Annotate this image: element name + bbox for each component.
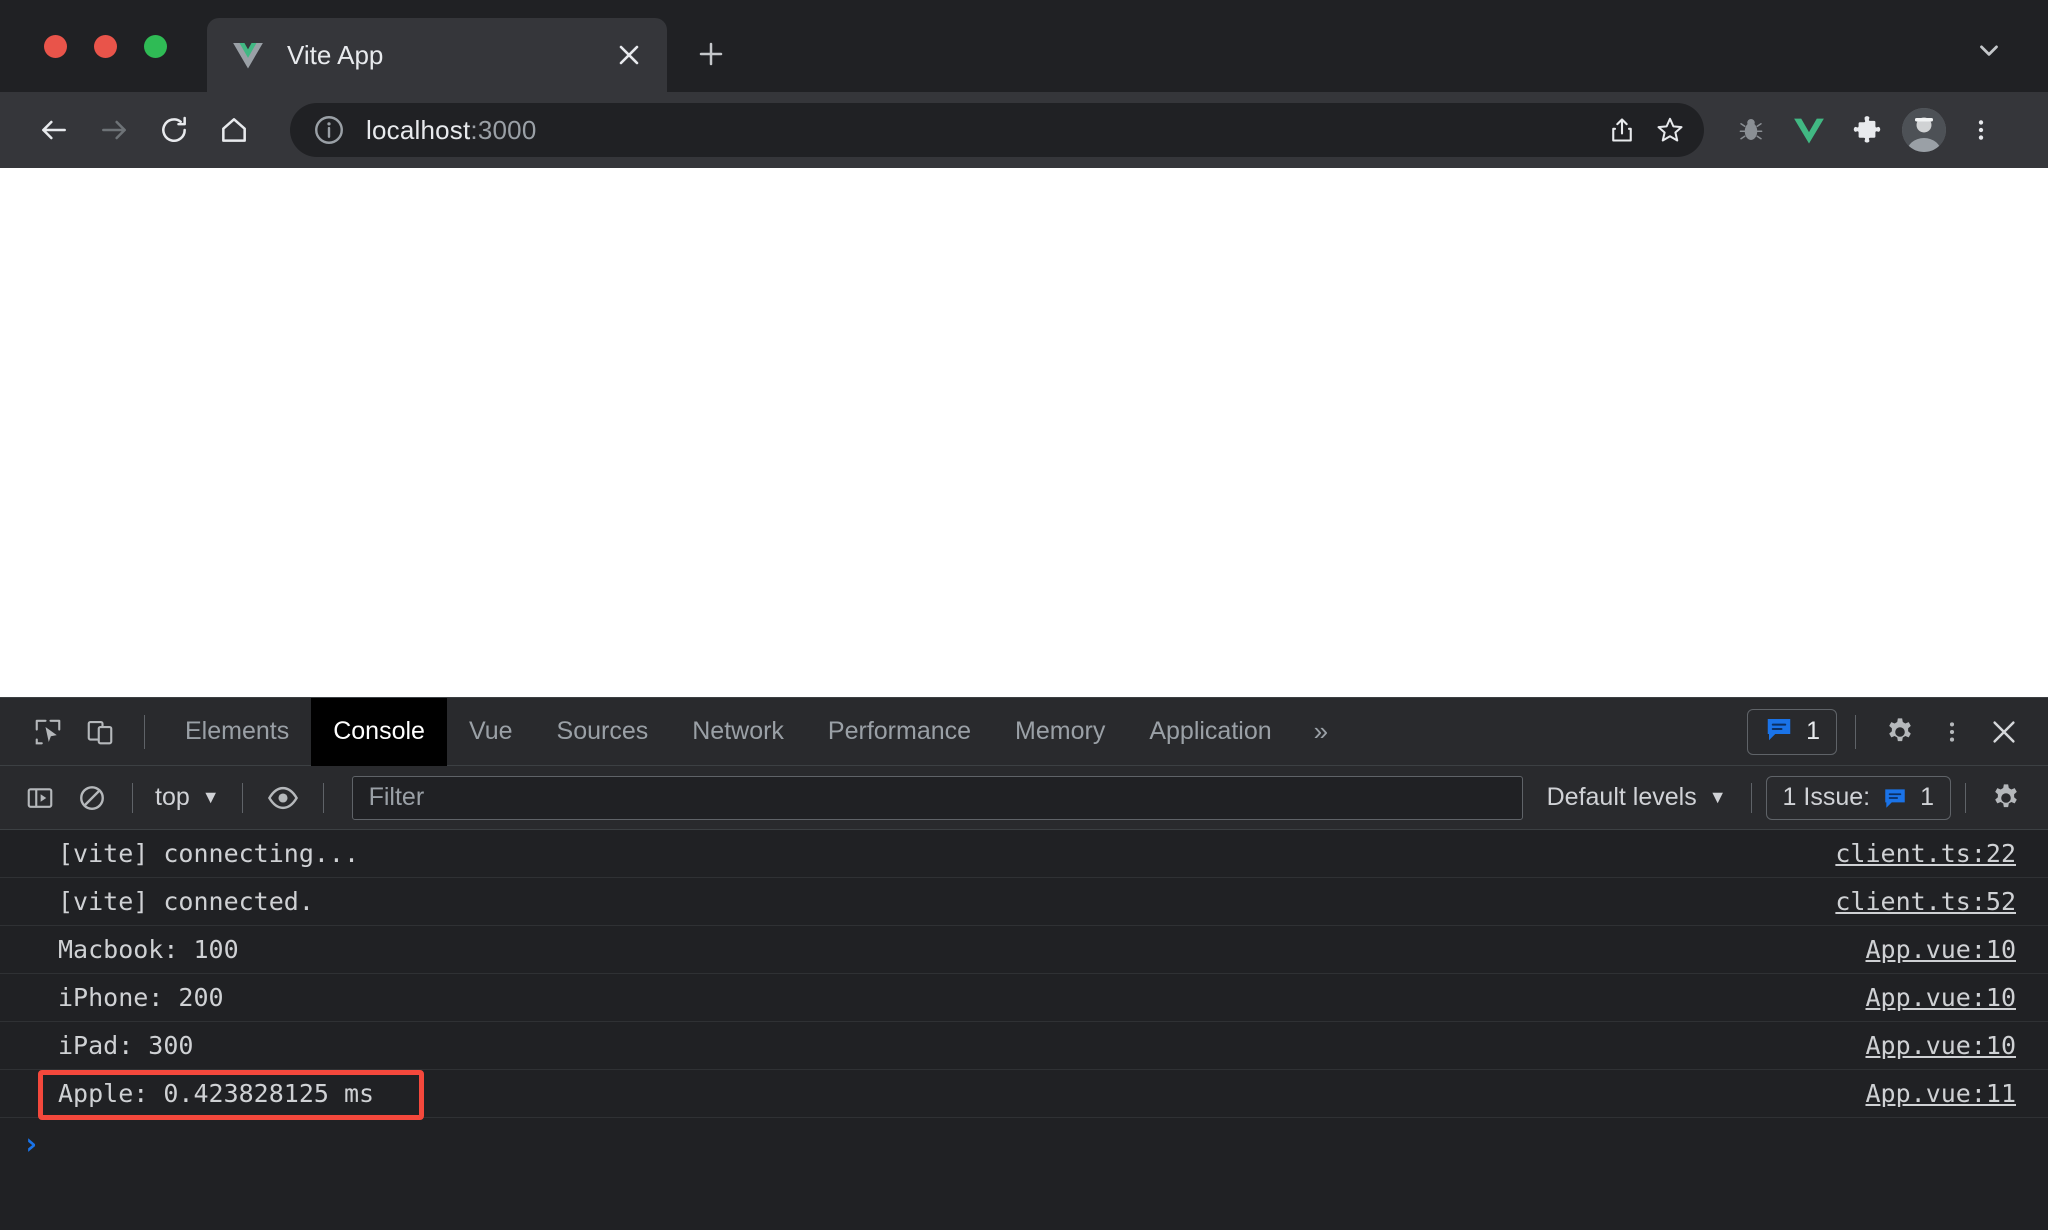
divider — [1751, 783, 1752, 813]
issues-message-icon — [1882, 785, 1908, 811]
log-levels-label: Default levels — [1547, 783, 1697, 812]
home-icon[interactable] — [204, 100, 264, 160]
filter-placeholder: Filter — [369, 783, 425, 812]
tab-memory[interactable]: Memory — [993, 698, 1127, 766]
console-message-source-link[interactable]: client.ts:22 — [1835, 839, 2016, 868]
window-minimize-button[interactable] — [94, 35, 117, 58]
console-message-row[interactable]: iPad: 300 App.vue:10 — [0, 1022, 2048, 1070]
devtools-tab-bar: Elements Console Vue Sources Network Per… — [0, 698, 2048, 766]
address-bar[interactable]: localhost:3000 — [290, 103, 1704, 157]
window-maximize-button[interactable] — [144, 35, 167, 58]
console-message-text: Macbook: 100 — [58, 935, 239, 964]
live-expression-eye-icon[interactable] — [257, 772, 309, 824]
back-arrow-icon[interactable] — [24, 100, 84, 160]
console-message-row[interactable]: [vite] connecting... client.ts:22 — [0, 830, 2048, 878]
execution-context-select[interactable]: top ▼ — [147, 783, 228, 812]
kebab-menu-icon[interactable] — [1952, 101, 2010, 159]
console-sidebar-icon[interactable] — [14, 772, 66, 824]
vue-devtools-icon[interactable] — [1780, 101, 1838, 159]
filter-input[interactable]: Filter — [352, 776, 1523, 820]
console-message-row-highlighted[interactable]: Apple: 0.423828125 ms App.vue:11 — [0, 1070, 2048, 1118]
tab-vue[interactable]: Vue — [447, 698, 535, 766]
issue-pill[interactable]: 1 Issue: 1 — [1766, 776, 1951, 820]
bug-icon[interactable] — [1722, 101, 1780, 159]
devtools-panel: Elements Console Vue Sources Network Per… — [0, 697, 2048, 1230]
console-prompt[interactable]: › — [0, 1118, 2048, 1170]
issues-message-icon — [1764, 714, 1794, 749]
gear-icon[interactable] — [1980, 772, 2032, 824]
chevron-down-icon: ▼ — [202, 787, 220, 808]
console-message-source-link[interactable]: App.vue:10 — [1865, 935, 2016, 964]
address-bar-url: localhost:3000 — [366, 115, 537, 146]
console-message-row[interactable]: Macbook: 100 App.vue:10 — [0, 926, 2048, 974]
close-icon[interactable] — [609, 35, 649, 75]
tab-sources[interactable]: Sources — [535, 698, 671, 766]
inspect-element-icon[interactable] — [22, 706, 74, 758]
console-message-text: iPhone: 200 — [58, 983, 224, 1012]
more-tabs-icon[interactable]: » — [1294, 698, 1348, 766]
console-message-source-link[interactable]: client.ts:52 — [1835, 887, 2016, 916]
divider — [132, 783, 133, 813]
browser-window: Vite App — [0, 0, 2048, 1230]
console-message-row[interactable]: iPhone: 200 App.vue:10 — [0, 974, 2048, 1022]
url-port: :3000 — [470, 115, 536, 145]
console-message-list: [vite] connecting... client.ts:22 [vite]… — [0, 830, 2048, 1230]
issue-pill-label: 1 Issue: — [1783, 783, 1871, 812]
chevron-down-icon[interactable] — [1974, 35, 2004, 70]
tab-application[interactable]: Application — [1127, 698, 1293, 766]
divider — [242, 783, 243, 813]
tab-title: Vite App — [287, 40, 609, 71]
star-icon[interactable] — [1646, 106, 1694, 154]
close-icon[interactable] — [1978, 706, 2030, 758]
tab-performance[interactable]: Performance — [806, 698, 993, 766]
console-message-row[interactable]: [vite] connected. client.ts:52 — [0, 878, 2048, 926]
chevron-down-icon: ▼ — [1709, 787, 1727, 808]
console-message-text: Apple: 0.423828125 ms — [58, 1079, 374, 1108]
kebab-menu-icon[interactable] — [1926, 706, 1978, 758]
window-controls — [0, 35, 167, 92]
new-tab-button[interactable] — [689, 32, 733, 76]
reload-icon[interactable] — [144, 100, 204, 160]
gear-icon[interactable] — [1874, 706, 1926, 758]
divider — [1965, 783, 1966, 813]
console-message-text: [vite] connected. — [58, 887, 314, 916]
browser-toolbar: localhost:3000 — [0, 92, 2048, 168]
console-message-source-link[interactable]: App.vue:11 — [1865, 1079, 2016, 1108]
console-message-text: iPad: 300 — [58, 1031, 193, 1060]
info-circle-icon[interactable] — [312, 113, 346, 147]
tab-console[interactable]: Console — [311, 698, 447, 766]
share-icon[interactable] — [1598, 106, 1646, 154]
divider — [1855, 715, 1856, 749]
execution-context-label: top — [155, 783, 190, 812]
console-message-source-link[interactable]: App.vue:10 — [1865, 983, 2016, 1012]
window-close-button[interactable] — [44, 35, 67, 58]
url-host: localhost — [366, 115, 470, 145]
console-message-source-link[interactable]: App.vue:10 — [1865, 1031, 2016, 1060]
tab-strip-right — [1974, 35, 2048, 92]
extensions-puzzle-icon[interactable] — [1838, 101, 1896, 159]
log-levels-select[interactable]: Default levels ▼ — [1537, 783, 1737, 812]
devtools-tab-bar-right: 1 — [1747, 706, 2048, 758]
console-filter-bar: top ▼ Filter Default levels ▼ 1 Issue: — [0, 766, 2048, 830]
console-message-text: [vite] connecting... — [58, 839, 359, 868]
browser-tab-vite-app[interactable]: Vite App — [207, 18, 667, 92]
divider — [323, 783, 324, 813]
avatar[interactable] — [1902, 108, 1946, 152]
tab-elements[interactable]: Elements — [163, 698, 311, 766]
vue-logo-icon — [231, 38, 265, 72]
device-toolbar-icon[interactable] — [74, 706, 126, 758]
tab-strip: Vite App — [0, 0, 2048, 92]
forward-arrow-icon — [84, 100, 144, 160]
clear-console-icon[interactable] — [66, 772, 118, 824]
console-prompt-caret: › — [22, 1127, 40, 1162]
issues-badge[interactable]: 1 — [1747, 709, 1837, 755]
tab-network[interactable]: Network — [670, 698, 806, 766]
issue-pill-count: 1 — [1920, 783, 1934, 812]
divider — [144, 715, 145, 749]
page-viewport — [0, 168, 2048, 697]
issues-count: 1 — [1806, 717, 1820, 746]
